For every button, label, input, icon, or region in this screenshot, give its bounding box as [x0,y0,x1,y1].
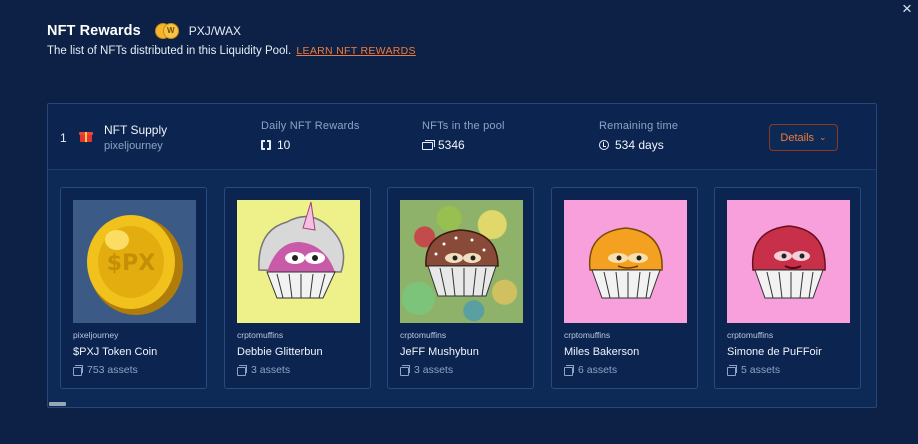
subtitle-text: The list of NFTs distributed in this Liq… [47,45,292,57]
horizontal-scrollbar[interactable] [49,402,66,406]
card-assets: 3 assets [237,364,290,376]
stack-icon [422,140,435,150]
card-assets-count: 5 assets [741,364,781,376]
pool-panel: 1 NFT Supply pixeljourney Daily NFT Rewa… [47,103,877,408]
clock-icon [599,140,609,150]
modal-title: NFT Rewards [47,23,141,39]
daily-rewards-stat: Daily NFT Rewards 10 [261,120,360,152]
nfts-in-pool-label: NFTs in the pool [422,120,505,132]
details-button[interactable]: Details ⌄ [769,124,838,151]
close-icon[interactable]: × [902,0,916,18]
title-row: NFT Rewards W PXJ/WAX [47,22,416,40]
nfts-in-pool-stat: NFTs in the pool 5346 [422,120,505,152]
card-assets: 5 assets [727,364,780,376]
wax-coin-icon: W [162,23,179,39]
card-collection: crptomuffins [237,330,284,340]
nft-image: $PX [73,200,196,323]
card-assets: 753 assets [73,364,138,376]
pool-collection: pixeljourney [104,140,163,152]
pool-name: NFT Supply [104,123,168,137]
pair-label: PXJ/WAX [188,24,241,38]
copy-icon [237,365,247,376]
remaining-time-value: 534 days [615,138,664,152]
pool-header: 1 NFT Supply pixeljourney Daily NFT Rewa… [48,104,876,170]
card-assets-count: 753 assets [87,364,138,376]
learn-nft-rewards-link[interactable]: LEARN NFT REWARDS [296,45,415,57]
card-collection: crptomuffins [400,330,447,340]
nft-image [727,200,850,323]
card-name: Simone de PuFFoir [727,346,822,358]
card-name: Debbie Glitterbun [237,346,323,358]
card-collection: pixeljourney [73,330,119,340]
daily-rewards-label: Daily NFT Rewards [261,120,360,132]
copy-icon [564,365,574,376]
pair-coins-icon: W [154,22,183,40]
nft-card[interactable]: crptomuffins Simone de PuFFoir 5 assets [714,187,861,389]
svg-text:$PX: $PX [107,251,155,276]
copy-icon [73,365,83,376]
pool-rank: 1 [60,131,67,145]
remaining-time-label: Remaining time [599,120,679,132]
card-collection: crptomuffins [727,330,774,340]
modal-header: NFT Rewards W PXJ/WAX The list of NFTs d… [47,22,416,57]
gift-icon [261,140,271,150]
nfts-in-pool-value: 5346 [438,138,465,152]
nft-image [564,200,687,323]
details-label: Details [780,131,815,144]
card-name: $PXJ Token Coin [73,346,158,358]
card-collection: crptomuffins [564,330,611,340]
card-assets-count: 3 assets [414,364,454,376]
card-name: Miles Bakerson [564,346,640,358]
nft-card[interactable]: crptomuffins Miles Bakerson 6 assets [551,187,698,389]
card-assets: 3 assets [400,364,453,376]
card-name: JeFF Mushybun [400,346,479,358]
nft-card[interactable]: crptomuffins Debbie Glitterbun 3 assets [224,187,371,389]
chevron-down-icon: ⌄ [819,132,827,142]
nft-image [400,200,523,323]
card-assets-count: 3 assets [251,364,291,376]
copy-icon [400,365,410,376]
remaining-time-stat: Remaining time 534 days [599,120,678,152]
nft-card[interactable]: $PX pixeljourney $PXJ Token Coin 753 ass… [60,187,207,389]
copy-icon [727,365,737,376]
gift-icon [79,130,93,142]
card-assets: 6 assets [564,364,617,376]
card-assets-count: 6 assets [578,364,618,376]
nft-image [237,200,360,323]
modal-subtitle: The list of NFTs distributed in this Liq… [47,45,416,57]
daily-rewards-value: 10 [277,138,291,152]
nft-card[interactable]: crptomuffins JeFF Mushybun 3 assets [387,187,534,389]
